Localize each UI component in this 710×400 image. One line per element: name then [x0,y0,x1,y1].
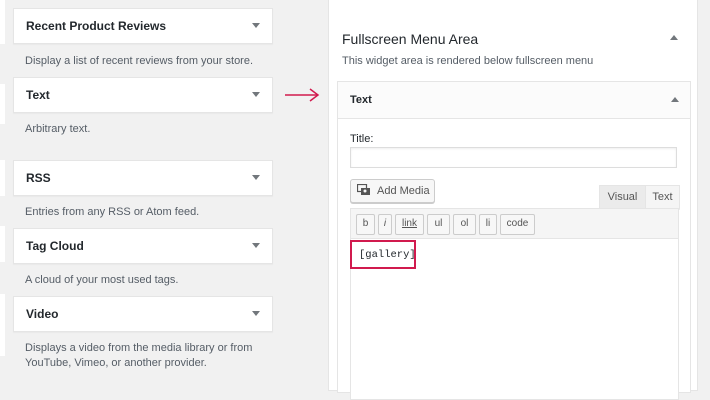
widget-recent-product-reviews[interactable]: Recent Product Reviews [13,8,273,44]
widget-title: Recent Product Reviews [26,19,167,33]
caret-down-icon[interactable] [252,92,260,97]
link-button[interactable]: link [395,214,424,235]
caret-down-icon[interactable] [252,311,260,316]
caret-down-icon[interactable] [252,175,260,180]
caret-down-icon[interactable] [252,23,260,28]
caret-up-icon[interactable] [670,35,678,40]
tab-text[interactable]: Text [645,185,680,210]
widget-description: Entries from any RSS or Atom feed. [25,206,200,218]
left-edge [0,0,5,44]
widget-description: YouTube, Vimeo, or another provider. [25,357,207,369]
shortcode-highlight [350,240,416,269]
sidebar-fullscreen-menu-area: Fullscreen Menu Area This widget area is… [328,0,698,400]
text-widget: Text Title: Add Media Visual Text b i li… [337,81,691,400]
tab-visual[interactable]: Visual [599,185,646,210]
widget-title: Text [350,94,372,106]
ul-button[interactable]: ul [427,214,450,235]
add-media-button[interactable]: Add Media [350,179,435,203]
title-label: Title: [350,133,374,145]
bold-button[interactable]: b [356,214,375,235]
widget-description: A cloud of your most used tags. [25,274,179,286]
title-input[interactable] [350,147,677,168]
widget-header[interactable]: Text [338,82,690,119]
widget-rss[interactable]: RSS [13,160,273,196]
widget-video[interactable]: Video [13,296,273,332]
widget-title: Video [26,307,59,321]
li-button[interactable]: li [479,214,497,235]
add-media-icon [357,184,370,195]
sidebar-title: Fullscreen Menu Area [342,31,479,47]
ol-button[interactable]: ol [453,214,476,235]
caret-down-icon[interactable] [252,243,260,248]
widget-description: Arbitrary text. [25,123,91,135]
widget-description: Display a list of recent reviews from yo… [25,55,254,67]
add-media-label: Add Media [377,185,430,197]
right-arrow-icon [285,88,320,102]
caret-up-icon[interactable] [671,97,679,102]
widget-title: Tag Cloud [26,239,84,253]
left-edge [0,226,5,262]
left-edge [0,160,5,196]
quicktags-toolbar: b i link ul ol li code [350,208,679,239]
code-button[interactable]: code [500,214,535,235]
widget-title: Text [26,88,50,102]
left-edge [0,294,5,356]
widget-text[interactable]: Text [13,77,273,113]
widget-tag-cloud[interactable]: Tag Cloud [13,228,273,264]
left-edge [0,84,5,124]
italic-button[interactable]: i [378,214,392,235]
widget-title: RSS [26,171,51,185]
widget-description: Displays a video from the media library … [25,342,253,354]
sidebar-description: This widget area is rendered below fulls… [342,55,594,67]
